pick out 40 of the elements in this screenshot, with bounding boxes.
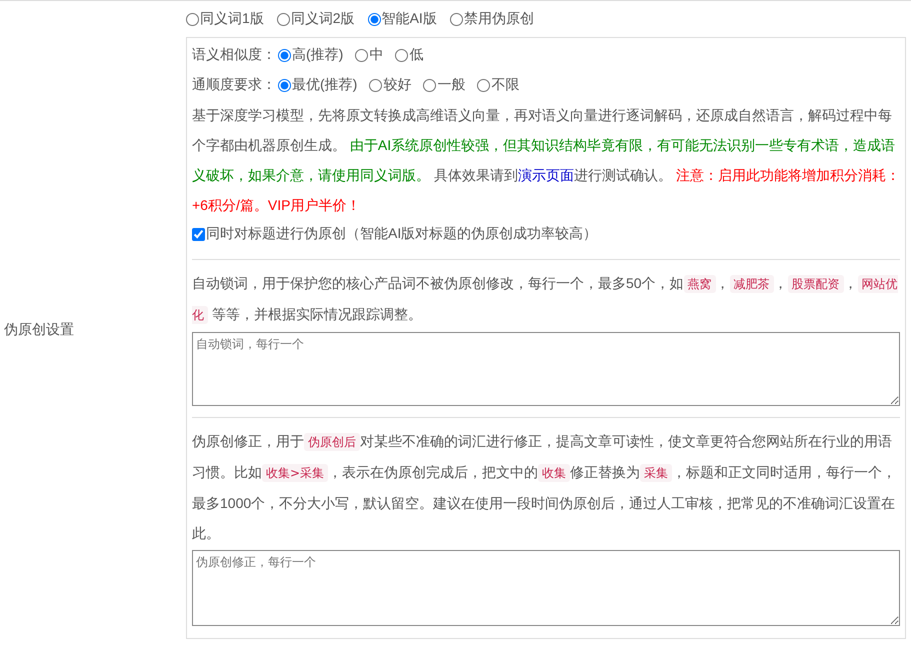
radio-button[interactable] <box>186 12 199 26</box>
radio-button[interactable] <box>355 48 368 62</box>
radio-label[interactable]: 一般 <box>437 76 466 94</box>
ai-description: 基于深度学习模型，先将原文转换成高维语义向量，再对语义向量进行逐词解码，还原成自然语言，解码过程中每个字都由机器原创生成。 由于AI系统原创性较强，但其知识结构毕竟有限，有可能无法识别一些专有术语，造成语义破坏，如果介意，请使用同义词版。 具体效果请到演示页面进行测试确认。 注意：启用此功能将增加积分消耗：+6积分/篇。VIP用户半价！ <box>192 106 900 215</box>
keyword-tag: 股票配资 <box>788 275 844 293</box>
setting-label: 伪原创设置 <box>3 320 74 338</box>
correction-description: 伪原创修正，用于 伪原创后 对某些不准确的词汇进行修正，提高文章可读性，使文章更符合您网站所在行业的用语习惯。比如 收集>采集 ，表示在伪原创完成后，把文中的 收集 修正替换为 采集 ，标题和正文同时适用，每行一个，最多1000个，不分大小写，默认留空。建议在使用一段时间伪原创后，通过人工审核，把常见的不准确词汇设置在此。 <box>192 432 898 543</box>
radio-label[interactable]: 不限 <box>491 76 520 94</box>
radio-label[interactable]: 中 <box>369 46 384 64</box>
option-label: 语义相似度： <box>192 46 276 64</box>
input-field[interactable]: 自动锁词，每行一个 <box>192 332 900 406</box>
radio-label[interactable]: 最优(推荐) <box>292 76 358 94</box>
keyword-tag: 收集>采集 <box>262 464 328 482</box>
radio-label[interactable]: 同义词2版 <box>290 10 355 28</box>
checkbox-label[interactable]: 同时对标题进行伪原创（智能AI版对标题的伪原创成功率较高） <box>206 225 598 243</box>
radio-button[interactable] <box>368 12 381 26</box>
radio-label[interactable]: 高(推荐) <box>292 46 344 64</box>
radio-button[interactable] <box>423 78 436 92</box>
radio-label[interactable]: 低 <box>409 46 424 64</box>
keyword-tag: 收集 <box>538 464 570 482</box>
radio-button[interactable] <box>477 78 490 92</box>
lock-words-description: 自动锁词，用于保护您的核心产品词不被伪原创修改，每行一个，最多50个，如 燕窝 ， 减肥茶 ， 股票配资 ， 网站优化 等等，并根据实际情况跟踪调整。 <box>192 274 899 326</box>
checkbox[interactable] <box>192 228 205 240</box>
demo-page-link[interactable]: 演示页面 <box>518 167 574 183</box>
radio-label[interactable]: 智能AI版 <box>382 10 437 28</box>
radio-button[interactable] <box>395 48 408 62</box>
radio-button[interactable] <box>450 12 463 26</box>
radio-label[interactable]: 同义词1版 <box>200 10 264 28</box>
radio-button[interactable] <box>369 78 382 92</box>
radio-button[interactable] <box>276 12 290 26</box>
keyword-tag: 伪原创后 <box>304 433 360 451</box>
keyword-tag: 采集 <box>640 464 672 482</box>
radio-button[interactable] <box>278 48 291 62</box>
input-field[interactable]: 伪原创修正，每行一个 <box>192 550 900 626</box>
radio-button[interactable] <box>278 78 291 92</box>
radio-label[interactable]: 较好 <box>383 76 412 94</box>
keyword-tag: 减肥茶 <box>730 275 774 293</box>
radio-label[interactable]: 禁用伪原创 <box>464 10 534 28</box>
option-label: 通顺度要求： <box>192 76 276 94</box>
keyword-tag: 燕窝 <box>684 275 716 293</box>
